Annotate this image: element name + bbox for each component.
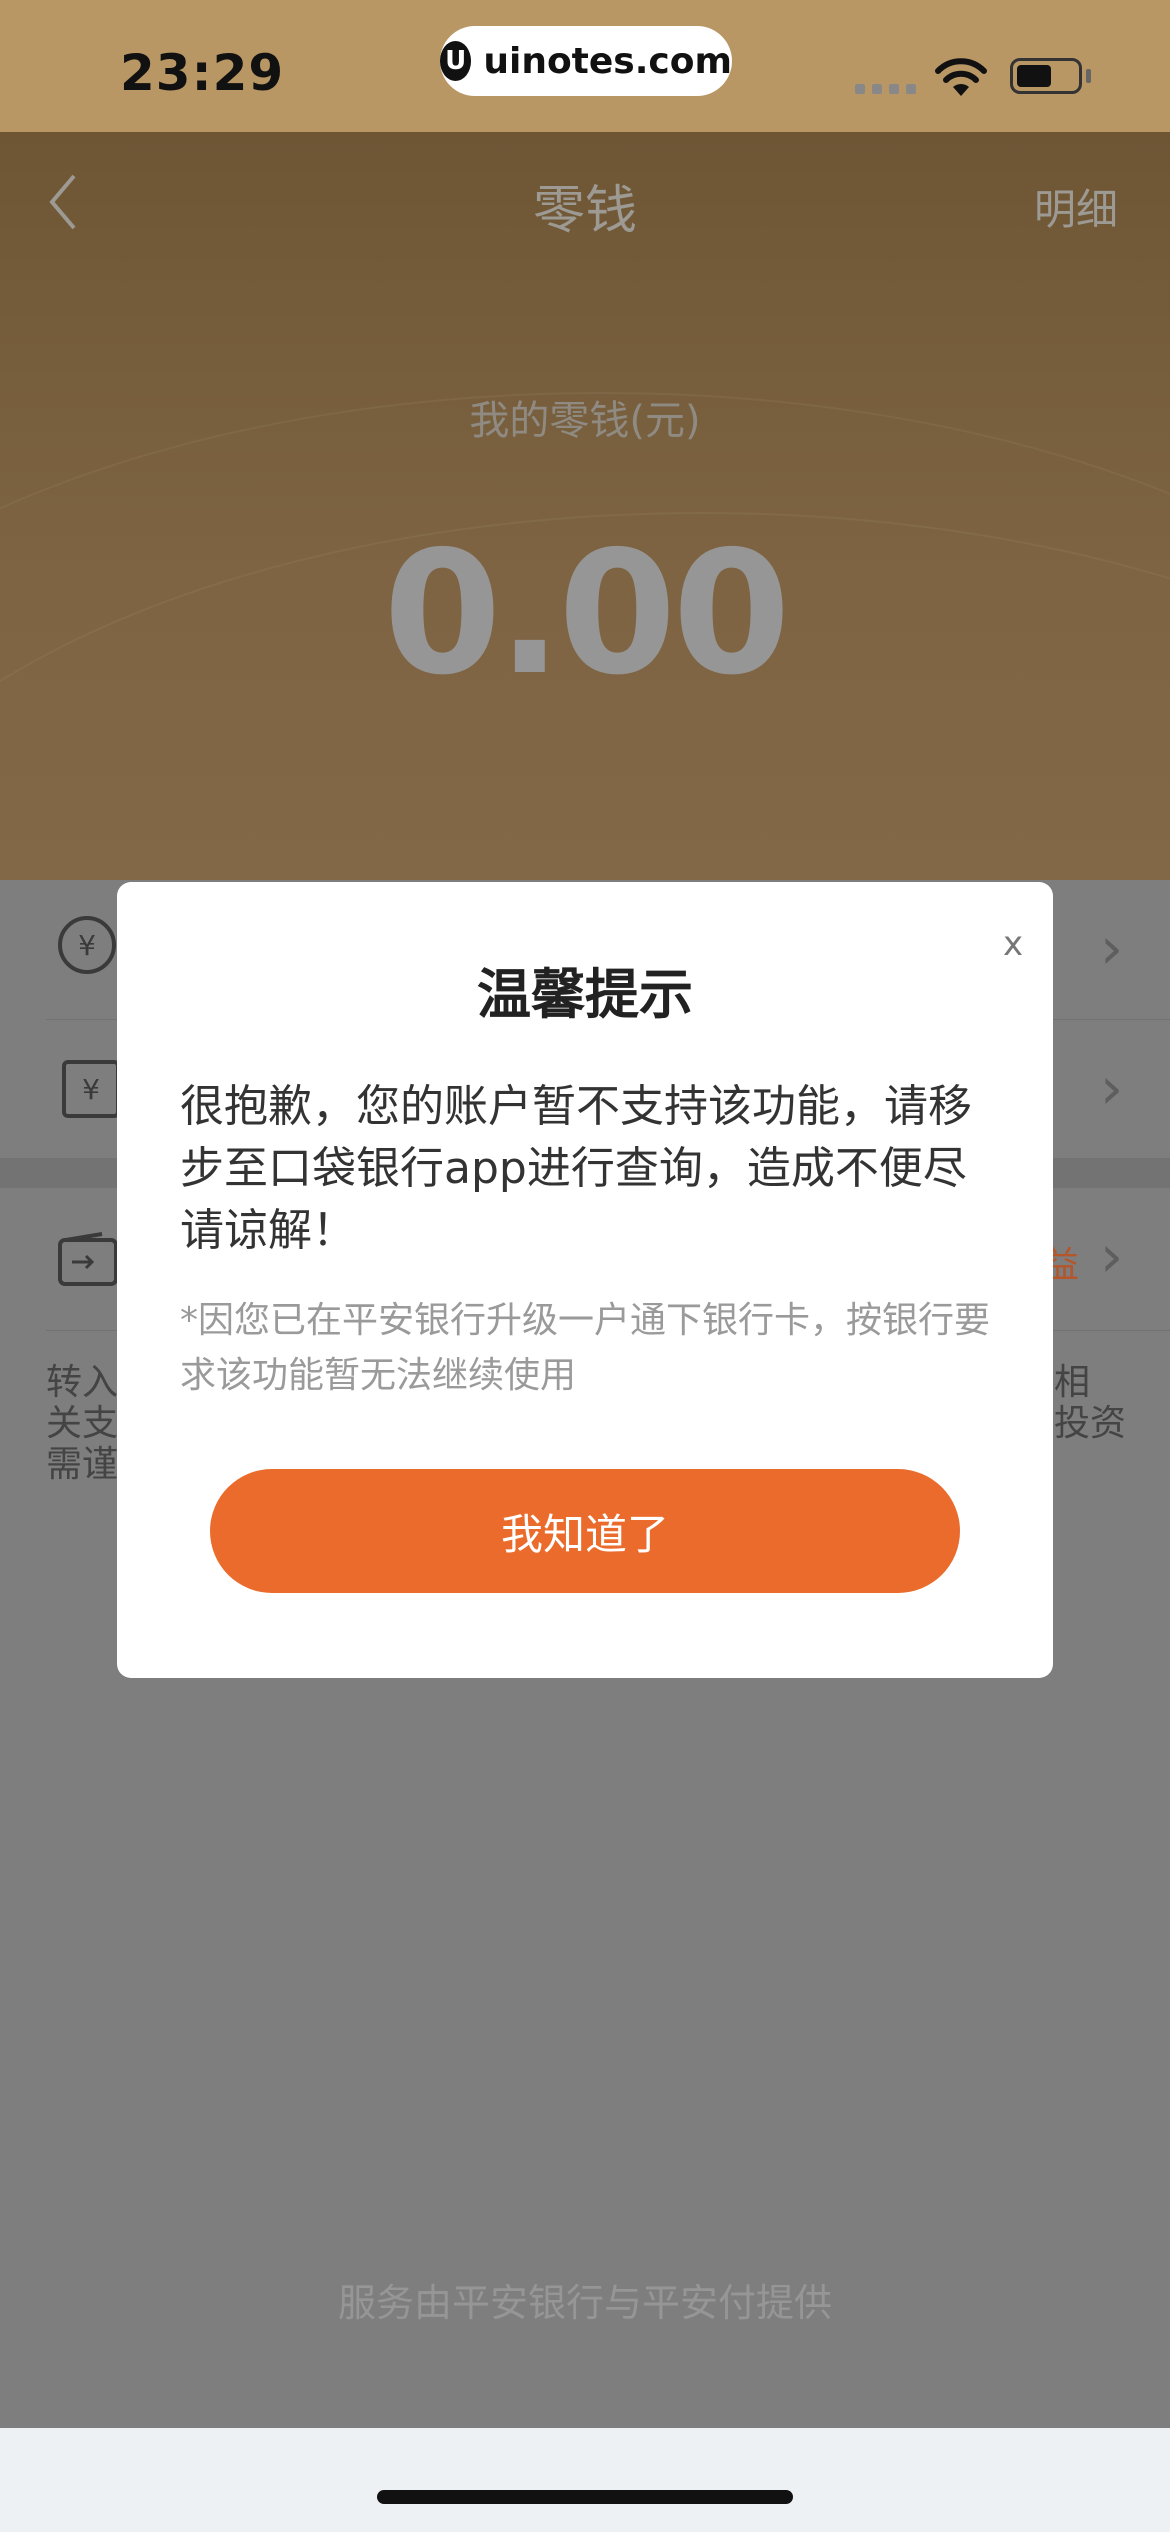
yuan-card-icon: ¥ xyxy=(62,1060,120,1118)
dialog-note: *因您已在平安银行升级一户通下银行卡，按银行要求该功能暂无法继续使用 xyxy=(180,1300,991,1396)
dialog-message: 很抱歉，您的账户暂不支持该功能，请移步至口袋银行app进行查询，造成不便尽请谅解… xyxy=(180,1081,972,1256)
battery-level xyxy=(1017,65,1051,87)
status-time: 23:29 xyxy=(120,44,285,102)
battery-nub xyxy=(1086,69,1091,83)
chevron-right-icon: › xyxy=(1100,914,1124,982)
balance-label: 我的零钱(元) xyxy=(469,398,701,444)
cellular-signal-icon xyxy=(855,84,916,94)
url-text: uinotes.com xyxy=(483,40,732,82)
wifi-icon xyxy=(935,58,987,96)
chevron-right-icon: › xyxy=(1100,1054,1124,1122)
url-pill: U uinotes.com xyxy=(440,26,732,96)
footer-text: 服务由平安银行与平安付提供 xyxy=(337,2281,832,2325)
chevron-right-icon: › xyxy=(1100,1222,1124,1290)
uinotes-logo-icon: U xyxy=(440,41,472,81)
yuan-plus-icon: ¥ xyxy=(58,916,116,974)
wallet-header xyxy=(0,132,1170,880)
home-indicator[interactable] xyxy=(377,2490,793,2504)
detail-link[interactable]: 明细 xyxy=(1034,176,1118,237)
dialog-title: 温馨提示 xyxy=(477,963,693,1026)
home-indicator-area xyxy=(0,2428,1170,2532)
notice-text-right: 相 投资 xyxy=(1054,1362,1127,1444)
balance-value: 0.00 xyxy=(383,515,790,713)
page-title: 零钱 xyxy=(532,181,637,241)
notice-text-left: 转入 关支 需谨 xyxy=(46,1362,119,1485)
wallet-transfer-icon xyxy=(58,1232,118,1286)
confirm-button[interactable]: 我知道了 xyxy=(210,1469,960,1593)
